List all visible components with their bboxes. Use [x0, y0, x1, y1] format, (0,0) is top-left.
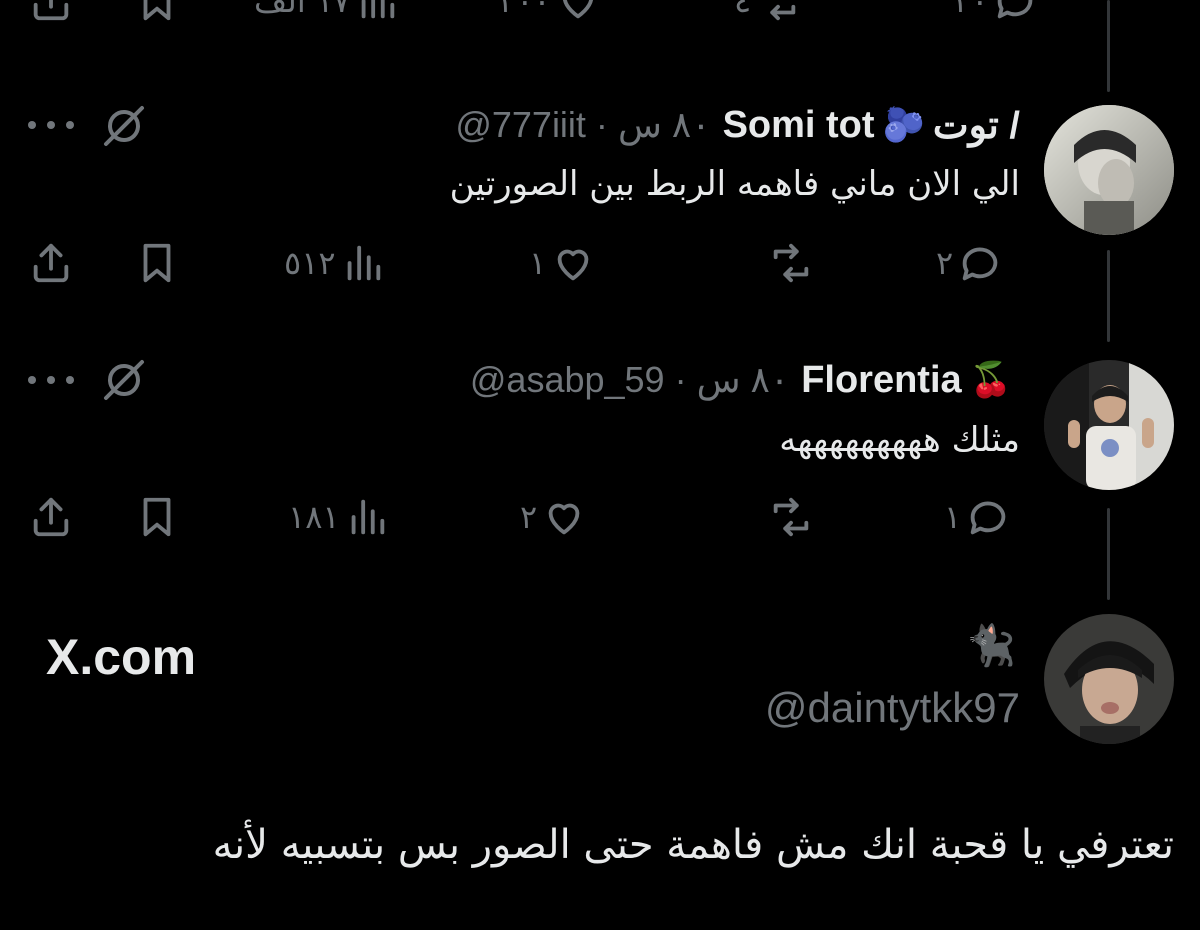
repost-icon [773, 243, 809, 283]
views-icon [347, 245, 380, 281]
views-count-top: ١٧ ألف [254, 0, 351, 20]
site-label: X.com [46, 629, 197, 685]
bookmark-icon [143, 243, 171, 283]
like-button-top[interactable]: ٢٠٠ [495, 0, 601, 24]
name-emoji: 🍒 [969, 360, 1012, 400]
repost-count-top: ٤ [734, 0, 752, 20]
reply-count-top: ٢٠ [954, 0, 989, 20]
reply-button-top[interactable]: ٢٠ [950, 0, 1038, 24]
heart-icon [548, 503, 580, 535]
bookmark-button-top[interactable] [134, 0, 180, 24]
thread-line-bottom [1107, 508, 1110, 600]
tweet-header: 🍒 Florentia @asabp_59 · ٨٠ س [470, 355, 1020, 405]
handle[interactable]: @daintytkk97 [765, 684, 1020, 732]
avatar[interactable] [1044, 360, 1174, 490]
views-button[interactable]: ٥١٢ [280, 240, 386, 286]
handle-timestamp[interactable]: @777iiit · ٨٠ س [455, 104, 710, 146]
repost-icon [770, 4, 796, 21]
like-count-top: ٢٠٠ [499, 0, 551, 20]
name-emoji: 🫐 [882, 105, 925, 145]
views-icon [351, 499, 384, 535]
post-text: تعترفي يا قحبة انك مش فاهمة حتى الصور بس… [212, 822, 1174, 868]
tweet-header: توت / 🫐 Somi tot @777iiit · ٨٠ س [455, 100, 1020, 150]
thread-line-top [1107, 0, 1110, 92]
bookmark-button[interactable] [134, 494, 180, 540]
like-button[interactable]: ٢ [516, 494, 587, 540]
views-top[interactable]: ١٧ ألف [250, 0, 400, 24]
reply-button[interactable]: ١ [940, 494, 1011, 540]
bookmark-icon [143, 0, 171, 21]
reply-icon [998, 0, 1033, 19]
share-button[interactable] [28, 494, 74, 540]
tweet-text: الي الان ماني فاهمه الربط بين الصورتين [449, 164, 1020, 204]
like-count: ١ [529, 244, 547, 282]
grok-icon[interactable] [100, 102, 148, 150]
views-icon [361, 0, 395, 19]
share-icon [33, 497, 69, 537]
grok-icon[interactable] [100, 356, 148, 404]
display-name-secondary[interactable]: Somi tot [723, 104, 875, 147]
more-button[interactable] [28, 115, 74, 135]
repost-button-top[interactable]: ٤ [730, 0, 801, 24]
reply-button[interactable]: ٢ [932, 240, 1003, 286]
bookmark-icon [143, 497, 171, 537]
repost-button[interactable] [760, 494, 814, 540]
share-button[interactable] [28, 240, 74, 286]
avatar[interactable] [1044, 105, 1174, 235]
views-button[interactable]: ١٨١ [284, 494, 390, 540]
views-count: ٥١٢ [284, 244, 336, 282]
thread-line-mid [1107, 250, 1110, 342]
more-button[interactable] [28, 370, 74, 390]
repost-button[interactable] [760, 240, 814, 286]
reply-icon [970, 501, 1006, 535]
tweet-text: مثلك هههههههههه [779, 420, 1020, 460]
share-icon [33, 243, 69, 283]
reply-count: ١ [944, 498, 962, 536]
reply-icon [962, 247, 998, 281]
like-button[interactable]: ١ [525, 240, 596, 286]
display-name[interactable]: توت / [933, 103, 1020, 148]
heart-icon [557, 249, 589, 281]
display-name[interactable]: Florentia [801, 359, 961, 402]
like-count: ٢ [520, 498, 538, 536]
profile-emoji: 🐈‍⬛ [966, 623, 1016, 669]
share-icon [33, 0, 69, 21]
handle-timestamp[interactable]: @asabp_59 · ٨٠ س [470, 359, 789, 401]
bookmark-button[interactable] [134, 240, 180, 286]
share-button-top[interactable] [28, 0, 74, 24]
reply-count: ٢ [936, 244, 954, 282]
avatar[interactable] [1044, 614, 1174, 744]
heart-icon [562, 0, 593, 19]
avatar-image [1044, 105, 1174, 235]
views-count: ١٨١ [288, 498, 340, 536]
avatar-image [1044, 614, 1174, 744]
repost-icon [773, 497, 809, 537]
avatar-image [1044, 360, 1174, 490]
